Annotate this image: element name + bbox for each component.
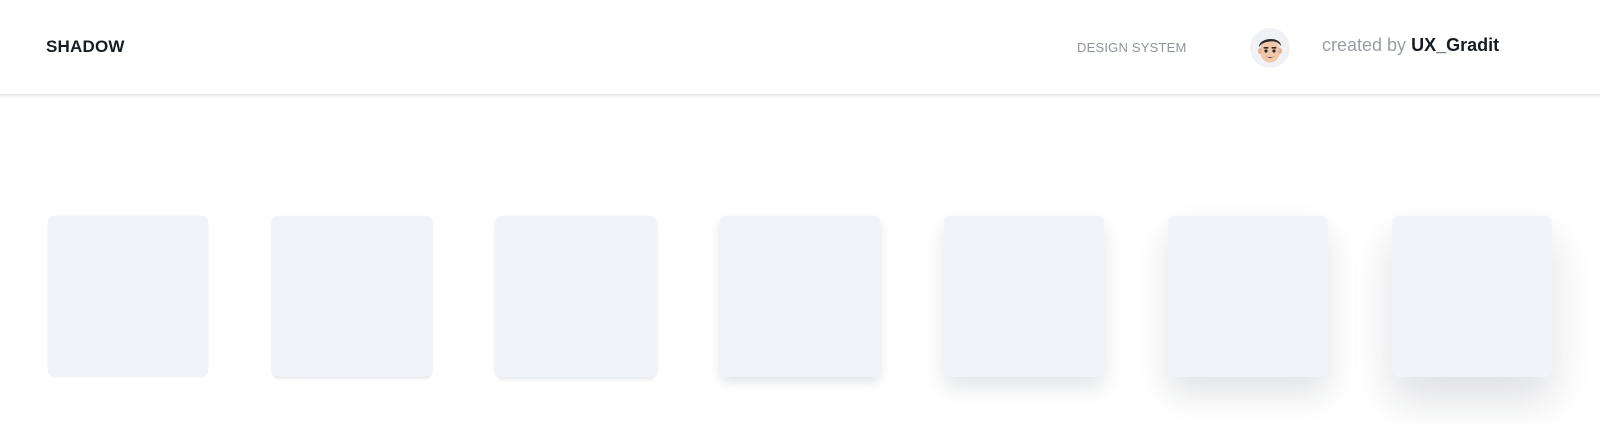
shadow-sample-card-4 bbox=[720, 216, 880, 377]
shadow-sample-card-3 bbox=[496, 216, 656, 377]
shadow-sample-card-7 bbox=[1392, 216, 1552, 377]
shadow-sample-card-1 bbox=[48, 216, 208, 377]
shadow-samples bbox=[0, 0, 1600, 424]
shadow-sample-card-6 bbox=[1168, 216, 1328, 377]
shadow-sample-card-5 bbox=[944, 216, 1104, 377]
shadow-sample-card-2 bbox=[272, 216, 432, 377]
